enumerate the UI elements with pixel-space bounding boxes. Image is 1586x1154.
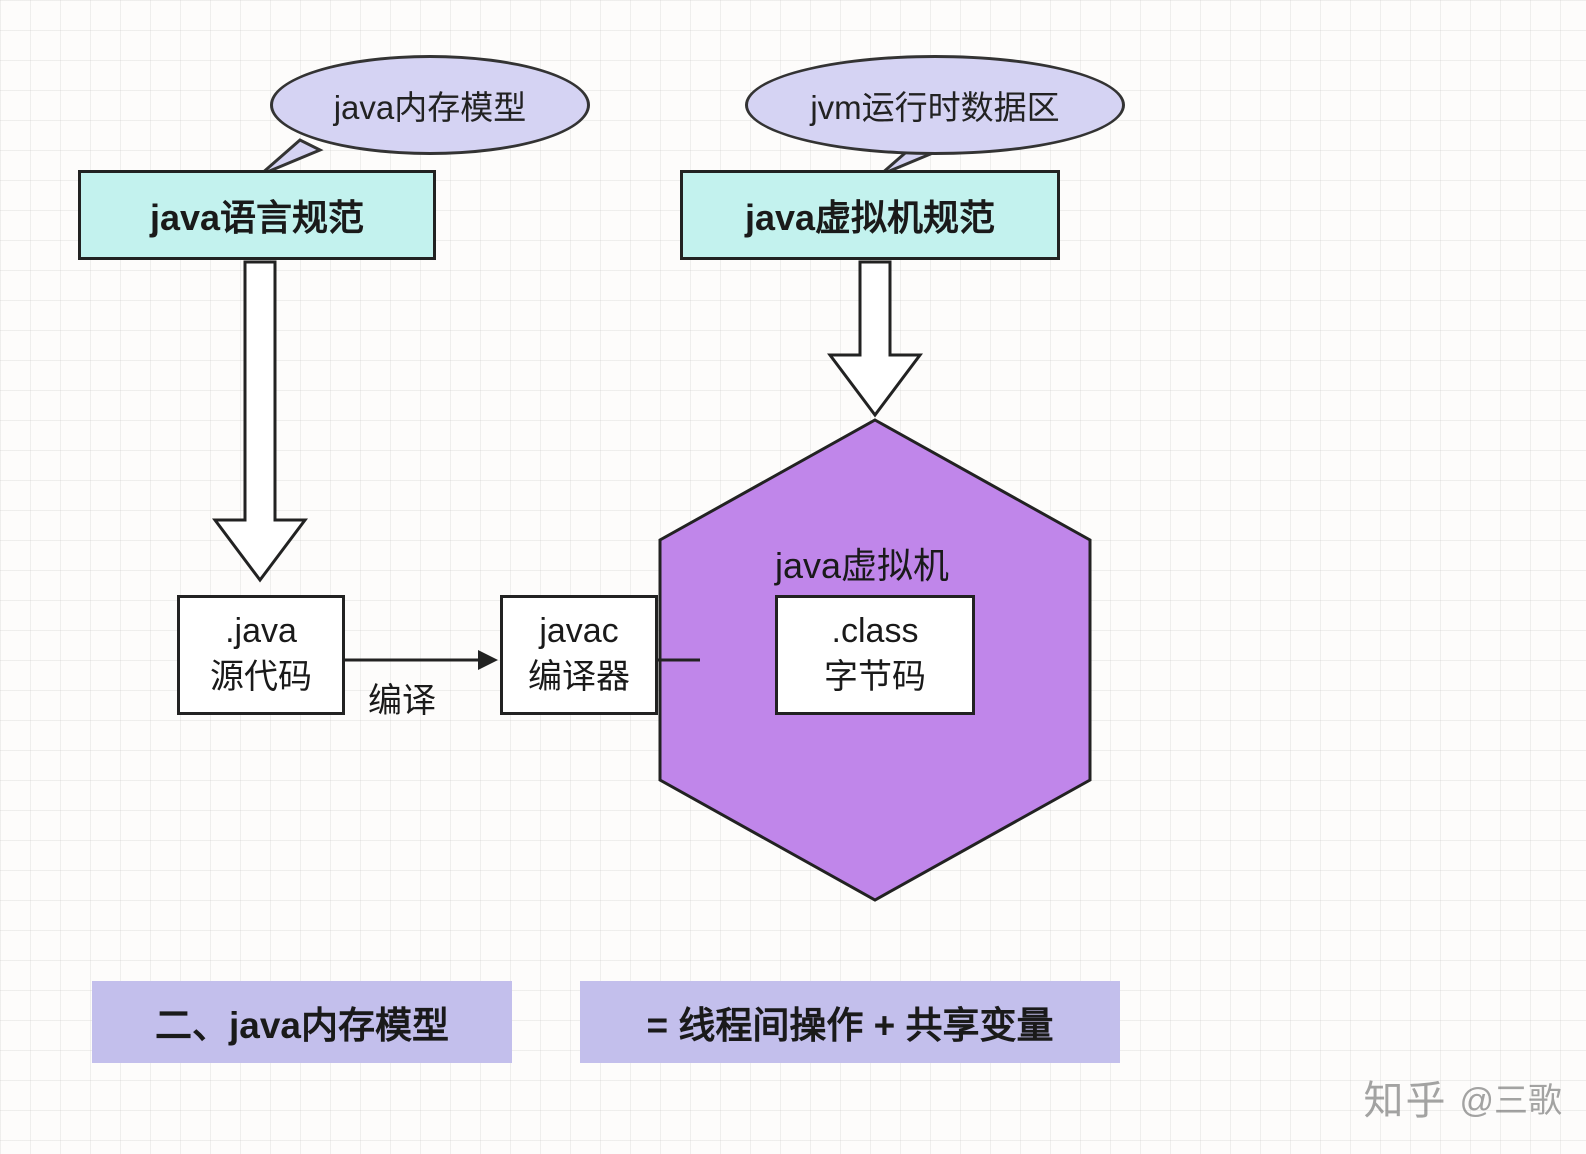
line2: 字节码 (824, 655, 926, 701)
callout-java-memory-model: java内存模型 (270, 55, 590, 155)
box-class-bytecode: .class 字节码 (775, 595, 975, 715)
line1: javac (539, 609, 618, 655)
arrow-right-down (830, 262, 920, 415)
box-javac-compiler: javac 编译器 (500, 595, 658, 715)
watermark-author: @三歌 (1459, 1073, 1562, 1122)
watermark: 知乎 @三歌 (1363, 1068, 1562, 1126)
footer-title: 二、java内存模型 (92, 981, 512, 1063)
edge-label-compile: 编译 (368, 673, 436, 722)
box-jvm-spec: java虚拟机规范 (680, 170, 1060, 260)
footer-formula: = 线程间操作 + 共享变量 (580, 981, 1120, 1063)
line1: .java (225, 609, 297, 655)
callout-jvm-runtime-data-area: jvm运行时数据区 (745, 55, 1125, 155)
footer-title-text: 二、java内存模型 (155, 995, 449, 1049)
box-java-source: .java 源代码 (177, 595, 345, 715)
arrow-left-down (215, 262, 305, 580)
line2: 源代码 (210, 655, 312, 701)
box-text: java语言规范 (150, 189, 364, 241)
line1: .class (832, 609, 919, 655)
callout-text: java内存模型 (334, 81, 527, 129)
jvm-title: java虚拟机 (775, 537, 949, 589)
callout-text: jvm运行时数据区 (810, 81, 1059, 129)
arrow-java-to-javac (345, 650, 498, 670)
footer-formula-text: = 线程间操作 + 共享变量 (646, 995, 1053, 1049)
box-text: java虚拟机规范 (745, 189, 995, 241)
watermark-brand: 知乎 (1363, 1068, 1447, 1126)
line2: 编译器 (528, 655, 630, 701)
box-java-lang-spec: java语言规范 (78, 170, 436, 260)
